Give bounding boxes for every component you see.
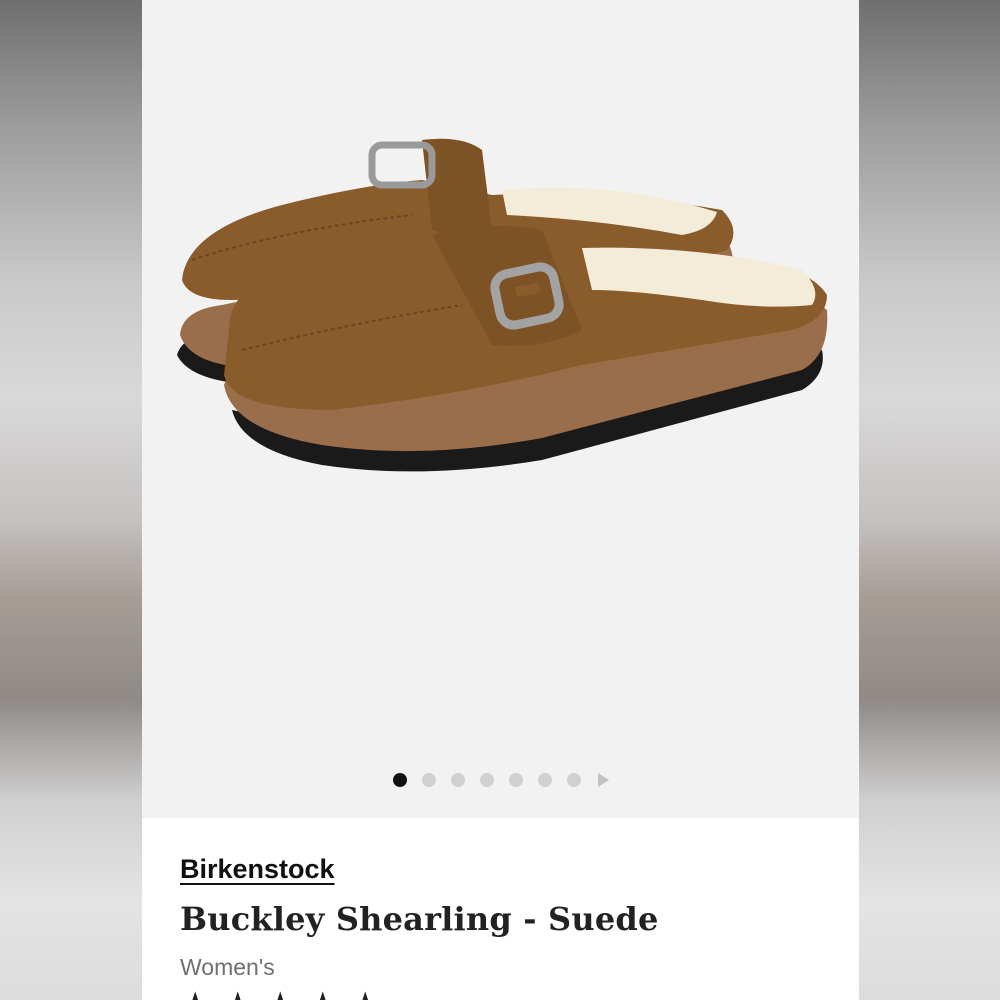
product-title: Buckley Shearling - Suede bbox=[180, 900, 659, 938]
product-info: Birkenstock Buckley Shearling - Suede Wo… bbox=[142, 818, 859, 1000]
background-blur-left bbox=[0, 0, 142, 1000]
rating-stars[interactable]: ★ ★ ★ ★ ★ bbox=[180, 988, 380, 1000]
gallery-dot-6[interactable] bbox=[537, 773, 552, 787]
product-image bbox=[177, 138, 828, 472]
star-icon: ★ bbox=[222, 988, 252, 1000]
gallery-dot-1[interactable] bbox=[392, 773, 407, 787]
gallery-dot-5[interactable] bbox=[508, 773, 523, 787]
image-gallery[interactable] bbox=[142, 0, 859, 818]
star-icon: ★ bbox=[350, 988, 380, 1000]
background-blur-right bbox=[858, 0, 1000, 1000]
front-shoe bbox=[224, 225, 828, 472]
next-arrow-icon[interactable] bbox=[597, 773, 609, 787]
gallery-dot-4[interactable] bbox=[479, 773, 494, 787]
gallery-dot-2[interactable] bbox=[421, 773, 436, 787]
star-icon: ★ bbox=[265, 988, 295, 1000]
gallery-dot-7[interactable] bbox=[566, 773, 581, 787]
gallery-dot-3[interactable] bbox=[450, 773, 465, 787]
product-gender: Women's bbox=[180, 954, 275, 980]
brand-link[interactable]: Birkenstock bbox=[180, 854, 335, 885]
product-page: Birkenstock Buckley Shearling - Suede Wo… bbox=[142, 0, 859, 1000]
gallery-pagination bbox=[142, 773, 859, 787]
star-icon: ★ bbox=[307, 988, 337, 1000]
star-icon: ★ bbox=[180, 988, 210, 1000]
